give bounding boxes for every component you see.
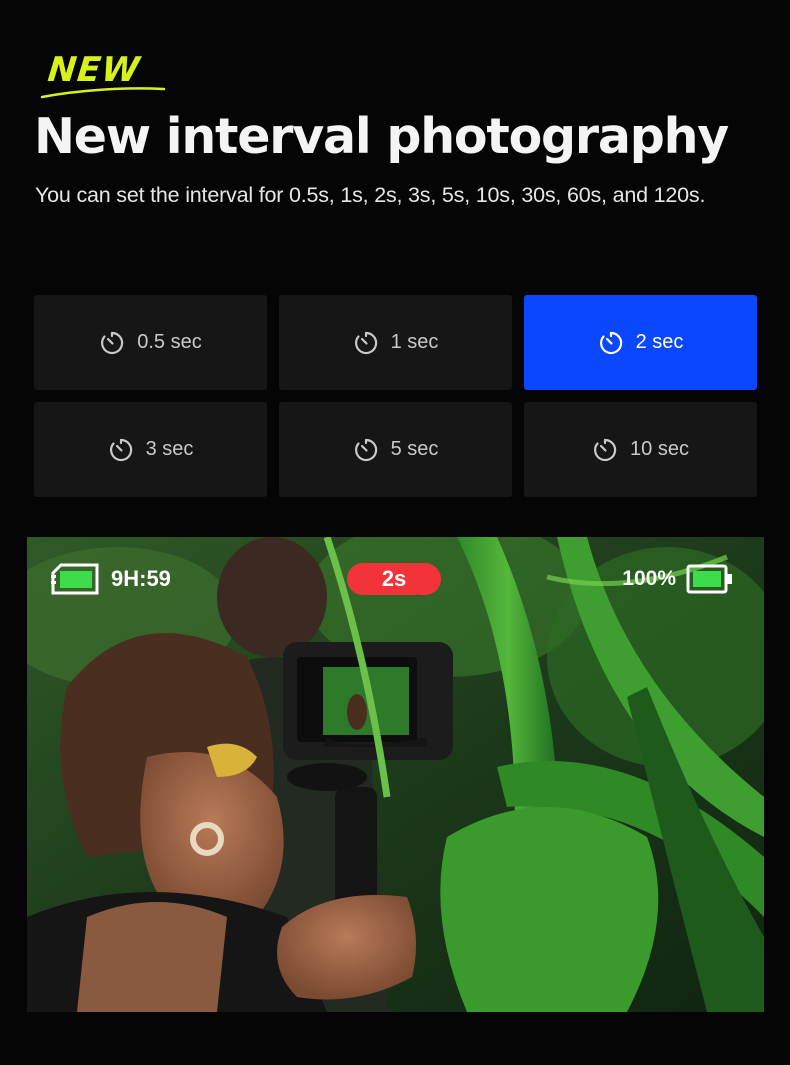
badge-underline-icon [40,87,166,99]
page-subtitle: You can set the interval for 0.5s, 1s, 2… [35,183,706,207]
interval-option-label: 3 sec [145,438,194,460]
interval-option-label: 5 sec [390,438,439,460]
interval-option-10-sec[interactable]: 10 sec [524,402,757,497]
interval-option-label: 10 sec [630,438,689,460]
timer-icon [108,437,134,463]
interval-option-1-sec[interactable]: 1 sec [279,295,512,390]
battery-percent: 100% [622,567,676,590]
photo-scene [27,537,764,1012]
timer-icon [353,330,379,356]
interval-option-label: 1 sec [390,331,439,353]
timer-icon [592,437,618,463]
interval-indicator-badge: 2s [347,563,441,595]
timer-icon [99,330,125,356]
camera-preview-photo: 9H:59 2s 100% [27,537,764,1012]
sd-card-icon [51,563,99,595]
interval-options: 0.5 sec 1 sec 2 sec 3 sec 5 sec 10 sec [34,295,757,497]
interval-option-label: 0.5 sec [137,331,202,353]
promo-page: NEW New interval photography You can set… [0,0,790,1065]
timer-icon [598,330,624,356]
interval-option-label: 2 sec [635,331,684,353]
battery-full-icon [686,564,732,594]
hud-battery: 100% [622,564,734,594]
interval-option-0-5-sec[interactable]: 0.5 sec [34,295,267,390]
interval-option-5-sec[interactable]: 5 sec [279,402,512,497]
interval-option-3-sec[interactable]: 3 sec [34,402,267,497]
new-badge: NEW [40,48,170,104]
interval-option-2-sec[interactable]: 2 sec [524,295,757,390]
hud-storage: 9H:59 [51,563,171,595]
timer-icon [353,437,379,463]
remaining-time: 9H:59 [111,566,171,591]
page-title: New interval photography [34,108,729,165]
